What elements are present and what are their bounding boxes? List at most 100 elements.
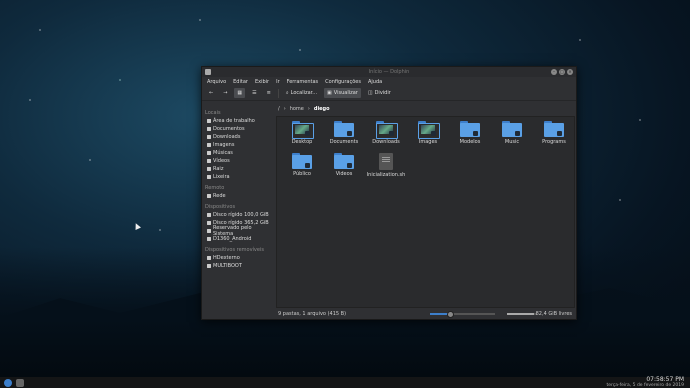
place-item[interactable]: Rede xyxy=(202,192,274,200)
folder-icon xyxy=(334,121,354,137)
file-item[interactable]: Documents xyxy=(323,121,365,145)
menu-configuracoes[interactable]: Configurações xyxy=(325,79,361,85)
file-item[interactable]: Videos xyxy=(323,153,365,178)
compact-view-button[interactable]: ☰ xyxy=(249,88,259,98)
free-space-label: 82,4 GiB livres xyxy=(535,311,572,317)
menu-exibir[interactable]: Exibir xyxy=(255,79,269,85)
drive-icon xyxy=(207,229,211,233)
music-icon xyxy=(207,151,211,155)
minimize-button[interactable]: – xyxy=(551,69,557,75)
place-item[interactable]: Imagens xyxy=(202,141,274,149)
device-label: D1360_Android xyxy=(213,236,252,242)
status-bar: 9 pastas, 1 arquivo (415 B) 82,4 GiB liv… xyxy=(275,309,575,319)
chevron-right-icon: › xyxy=(283,106,286,112)
search-button[interactable]: ⌕ Localizar... xyxy=(283,88,320,98)
maximize-button[interactable]: □ xyxy=(559,69,565,75)
place-item[interactable]: Raiz xyxy=(202,165,274,173)
zoom-slider-handle[interactable] xyxy=(446,311,454,318)
places-panel: Locais Área de trabalho Documentos Downl… xyxy=(202,103,274,319)
back-button[interactable]: ← xyxy=(206,88,216,98)
folder-icon xyxy=(376,121,398,139)
folder-icon xyxy=(292,153,312,169)
preview-label: Visualizar xyxy=(333,90,358,96)
place-label: Rede xyxy=(213,193,226,199)
place-label: Vídeos xyxy=(213,158,230,164)
place-item[interactable]: Músicas xyxy=(202,149,274,157)
device-label: MULTIBOOT xyxy=(213,263,242,269)
file-name: Inicialization.sh xyxy=(366,172,406,178)
place-item[interactable]: Lixeira xyxy=(202,173,274,181)
folder-icon xyxy=(418,121,440,139)
menu-bar: Arquivo Editar Exibir Ir Ferramentas Con… xyxy=(202,77,576,86)
file-name: Music xyxy=(504,139,520,145)
images-icon xyxy=(207,143,211,147)
preview-button[interactable]: ▣ Visualizar xyxy=(324,88,361,98)
device-label: HDexterno xyxy=(213,255,240,261)
file-manager-task-icon[interactable] xyxy=(16,378,24,387)
section-dispositivos: Dispositivos xyxy=(205,204,236,210)
crumb-current[interactable]: diego xyxy=(314,106,330,112)
file-name: Images xyxy=(418,139,438,145)
forward-button[interactable]: → xyxy=(220,88,230,98)
file-item[interactable]: Inicialization.sh xyxy=(365,153,407,178)
file-item[interactable]: Programs xyxy=(533,121,575,145)
place-label: Imagens xyxy=(213,142,235,148)
search-icon: ⌕ xyxy=(285,90,289,96)
folder-icon xyxy=(460,121,480,137)
crumb-root[interactable]: / xyxy=(278,106,280,112)
file-name: Público xyxy=(293,171,311,177)
main-panel: / › home › diego Desktop Documents Downloa… xyxy=(275,103,575,308)
breadcrumb: / › home › diego xyxy=(275,103,575,115)
device-item[interactable]: MULTIBOOT xyxy=(202,262,274,270)
menu-ajuda[interactable]: Ajuda xyxy=(368,79,382,85)
file-name: Downloads xyxy=(372,139,400,145)
split-label: Dividir xyxy=(374,90,391,96)
folder-icon xyxy=(292,121,314,139)
place-item[interactable]: Área de trabalho xyxy=(202,117,274,125)
app-menu-icon[interactable] xyxy=(205,69,211,75)
details-view-button[interactable]: ≡ xyxy=(264,88,274,98)
device-item[interactable]: Reservado pelo Sistema xyxy=(202,225,274,237)
menu-editar[interactable]: Editar xyxy=(233,79,248,85)
search-label: Localizar... xyxy=(290,90,318,96)
crumb-home[interactable]: home xyxy=(290,106,304,112)
network-icon xyxy=(207,194,211,198)
file-item[interactable]: Images xyxy=(407,121,449,145)
file-item[interactable]: Music xyxy=(491,121,533,145)
app-launcher-icon[interactable] xyxy=(4,378,12,387)
usb-icon xyxy=(207,256,211,260)
menu-ir[interactable]: Ir xyxy=(276,79,280,85)
zoom-slider[interactable] xyxy=(430,311,495,318)
file-name: Desktop xyxy=(291,139,313,145)
place-item[interactable]: Vídeos xyxy=(202,157,274,165)
status-text: 9 pastas, 1 arquivo (415 B) xyxy=(278,311,347,317)
menu-arquivo[interactable]: Arquivo xyxy=(207,79,226,85)
device-item[interactable]: Disco rígido 100,0 GiB xyxy=(202,211,274,219)
file-item[interactable]: Downloads xyxy=(365,121,407,145)
file-name: Videos xyxy=(335,171,353,177)
split-button[interactable]: ◫ Dividir xyxy=(365,88,394,98)
free-space-bar xyxy=(507,313,537,315)
desktop-icon xyxy=(207,119,211,123)
preview-icon: ▣ xyxy=(327,90,332,96)
documents-icon xyxy=(207,127,211,131)
section-locais: Locais xyxy=(205,110,221,116)
title-bar[interactable]: Início — Dolphin – □ × xyxy=(202,67,576,77)
place-item[interactable]: Documentos xyxy=(202,125,274,133)
close-button[interactable]: × xyxy=(567,69,573,75)
clock[interactable]: 07:58:57 PM terça-feira, 5 de fevereiro … xyxy=(606,377,684,388)
device-item[interactable]: HDexterno xyxy=(202,254,274,262)
icons-view-button[interactable]: ▦ xyxy=(234,88,246,98)
file-item[interactable]: Desktop xyxy=(281,121,323,145)
file-item[interactable]: Público xyxy=(281,153,323,178)
place-label: Lixeira xyxy=(213,174,230,180)
menu-ferramentas[interactable]: Ferramentas xyxy=(287,79,319,85)
split-icon: ◫ xyxy=(367,90,373,96)
device-label: Disco rígido 100,0 GiB xyxy=(213,212,269,218)
trash-icon xyxy=(207,175,211,179)
file-view[interactable]: Desktop Documents Downloads Images Modelos Mu… xyxy=(276,116,575,308)
file-grid: Desktop Documents Downloads Images Modelos Mu… xyxy=(281,121,575,178)
file-item[interactable]: Modelos xyxy=(449,121,491,145)
place-item[interactable]: Downloads xyxy=(202,133,274,141)
phone-icon xyxy=(207,237,211,241)
